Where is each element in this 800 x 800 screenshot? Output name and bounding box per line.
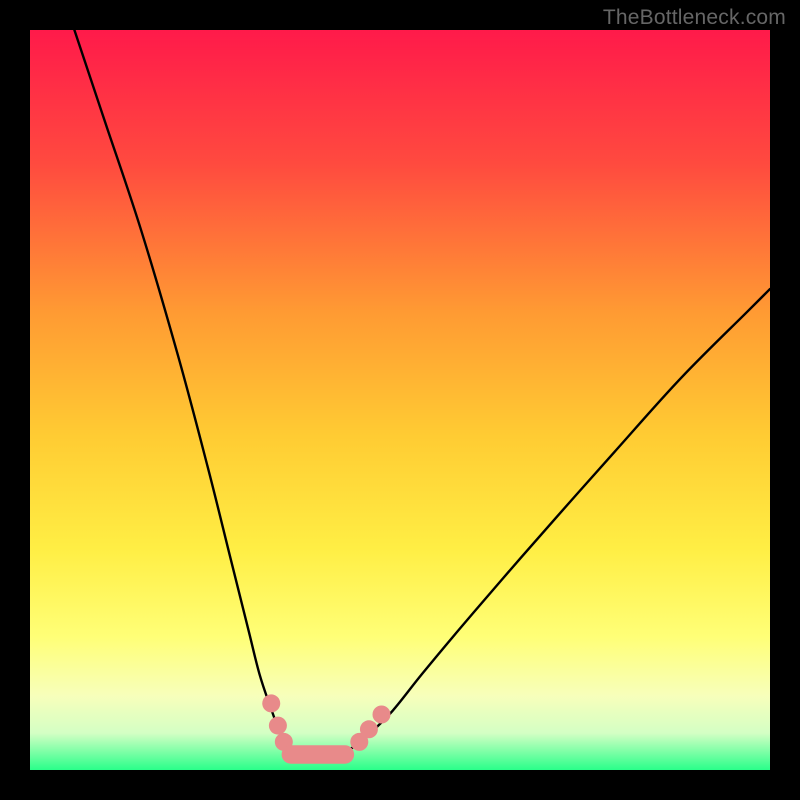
chart-background xyxy=(30,30,770,770)
chart-plot-area xyxy=(30,30,770,770)
overlay-dot xyxy=(269,717,287,735)
chart-svg xyxy=(30,30,770,770)
overlay-dot xyxy=(360,720,378,738)
overlay-capsule xyxy=(282,745,355,764)
overlay-dot xyxy=(373,706,391,724)
watermark-text: TheBottleneck.com xyxy=(603,6,786,30)
overlay-dot xyxy=(262,694,280,712)
